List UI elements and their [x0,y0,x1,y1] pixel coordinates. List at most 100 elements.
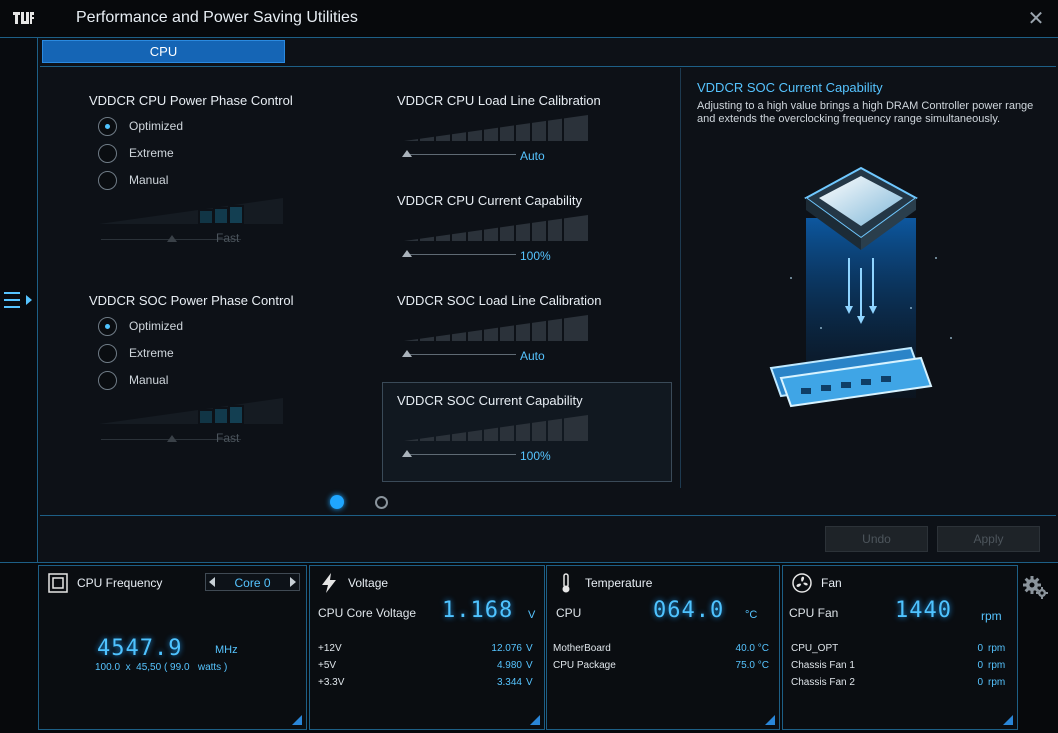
voltage-row-value: 4.980 [496,660,522,671]
soc-cc-level-bars [404,415,588,441]
voltage-main-unit: V [528,609,536,621]
radio-checked[interactable] [98,316,117,336]
temperature-row-value: 75.0 °C [735,660,769,671]
core-selector[interactable]: Core 0 [205,573,300,591]
cpu-phase-manual-radio[interactable]: Manual [98,170,168,190]
fan-row-label: CPU_OPT [791,643,839,654]
voltage-row-label: +3.3V [318,677,345,688]
cpu-cc-slider[interactable] [402,248,522,262]
voltage-row-label: +5V [318,660,337,671]
card-title: CPU Frequency [77,576,163,590]
cpu-phase-optimized-radio[interactable]: Optimized [98,116,183,136]
soc-phase-manual-radio[interactable]: Manual [98,370,168,390]
radio-label: Manual [129,373,169,387]
cpu-frequency-card: CPU Frequency Core 0 4547.9 MHz 100.0 x … [38,565,307,730]
voltage-main-value: 1.168 [442,598,514,623]
soc-cc-title: VDDCR SOC Current Capability [397,393,583,408]
fan-main-label: CPU Fan [789,606,839,620]
fan-row-unit: rpm [988,677,1006,688]
cpu-llc-slider[interactable] [402,148,522,162]
radio-label: Optimized [129,319,184,333]
radio-label: Extreme [129,146,174,160]
soc-cc-slider[interactable] [402,448,522,462]
menu-expand-icon[interactable] [4,288,34,312]
expand-corner-icon[interactable] [1003,715,1013,725]
radio-unchecked[interactable] [98,370,117,390]
soc-phase-level-bars [99,398,283,424]
cpu-frequency-unit: MHz [215,644,238,656]
undo-button[interactable]: Undo [825,526,928,552]
cpu-cc-value: 100% [520,249,551,263]
status-bar: CPU Frequency Core 0 4547.9 MHz 100.0 x … [0,562,1058,733]
temperature-main-label: CPU [556,606,582,620]
cpu-phase-level-bars [99,198,283,224]
soc-llc-value: Auto [520,349,545,363]
tab-cpu[interactable]: CPU [42,40,285,63]
voltage-main-label: CPU Core Voltage [318,606,417,620]
temperature-card: Temperature CPU 064.0 °C MotherBoard 40.… [546,565,780,730]
fan-row-value: 0 [977,660,983,671]
close-icon: ✕ [1027,8,1045,30]
cpu-chip-icon [48,573,68,593]
info-title: VDDCR SOC Current Capability [697,80,883,95]
radio-unchecked[interactable] [98,343,117,363]
cpu-cc-title: VDDCR CPU Current Capability [397,193,582,208]
radio-label: Optimized [129,119,184,133]
card-title: Fan [821,576,842,590]
side-menu-strip [0,38,38,562]
fan-row-value: 0 [977,677,983,688]
info-description: Adjusting to a high value brings a high … [697,100,1034,125]
fan-row-label: Chassis Fan 2 [791,677,855,688]
voltage-row-label: +12V [318,643,342,654]
cpu-memory-illustration [769,166,952,408]
fan-card: Fan CPU Fan 1440 rpm CPU_OPT 0 rpm Chass… [782,565,1018,730]
expand-corner-icon[interactable] [292,715,302,725]
soc-phase-extreme-radio[interactable]: Extreme [98,343,174,363]
apply-button[interactable]: Apply [937,526,1040,552]
fan-icon [792,573,812,593]
page-dot-2[interactable] [375,496,388,509]
radio-label: Extreme [129,346,174,360]
temperature-row-label: MotherBoard [553,643,611,654]
expand-corner-icon[interactable] [530,715,540,725]
window-title: Performance and Power Saving Utilities [76,9,358,26]
radio-unchecked[interactable] [98,170,117,190]
fan-main-unit: rpm [981,609,1002,623]
temperature-row-label: CPU Package [553,660,616,671]
soc-phase-optimized-radio[interactable]: Optimized [98,316,183,336]
card-title: Voltage [348,576,389,590]
tuf-logo-icon [13,12,34,24]
soc-phase-slider-value: Fast [216,431,240,445]
fan-row-unit: rpm [988,643,1006,654]
fan-main-value: 1440 [895,598,952,623]
fan-row-value: 0 [977,643,983,654]
cpu-phase-slider-value: Fast [216,231,240,245]
cpu-phase-extreme-radio[interactable]: Extreme [98,143,174,163]
main-content: CPU VDDCR CPU Power Phase Control Optimi… [39,38,1058,562]
voltage-card: Voltage CPU Core Voltage 1.168 V +12V 12… [309,565,545,730]
voltage-row-value: 3.344 [496,677,522,688]
info-panel: VDDCR SOC Current Capability Adjusting t… [680,68,1058,488]
expand-corner-icon[interactable] [765,715,775,725]
gear-icon[interactable] [1022,573,1050,601]
radio-unchecked[interactable] [98,143,117,163]
soc-cc-value: 100% [520,449,551,463]
chevron-right-icon[interactable] [290,577,296,587]
title-bar: Performance and Power Saving Utilities ✕ [0,0,1058,38]
close-button[interactable]: ✕ [1026,9,1046,29]
soc-llc-slider[interactable] [402,348,522,362]
voltage-row-value: 12.076 [491,643,522,654]
cpu-frequency-detail: 100.0 x 45,50 ( 99.0 watts ) [95,662,228,673]
temperature-main-value: 064.0 [653,598,725,623]
temperature-main-unit: °C [745,609,758,621]
page-dot-1[interactable] [330,495,344,509]
cpu-phase-title: VDDCR CPU Power Phase Control [89,93,293,108]
radio-checked[interactable] [98,116,117,136]
cpu-llc-level-bars [404,115,588,141]
thermometer-icon [562,573,570,593]
soc-llc-level-bars [404,315,588,341]
cpu-llc-value: Auto [520,149,545,163]
fan-row-unit: rpm [988,660,1006,671]
voltage-row-unit: V [526,643,533,654]
fan-row-label: Chassis Fan 1 [791,660,855,671]
